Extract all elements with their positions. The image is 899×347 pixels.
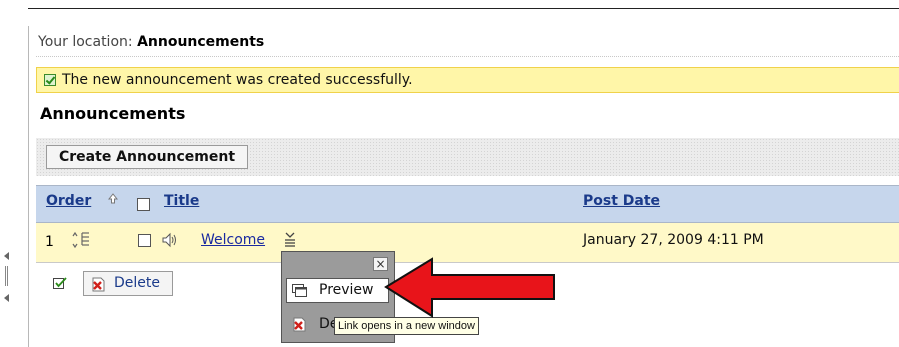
delete-icon	[92, 277, 105, 292]
top-divider	[28, 8, 899, 9]
select-all-checkbox[interactable]	[137, 198, 150, 211]
title-column-header[interactable]: Title	[164, 193, 199, 209]
collapse-left-icon	[4, 294, 9, 302]
announcement-title-link[interactable]: Welcome	[201, 232, 265, 248]
preview-menu-item[interactable]: Preview	[286, 278, 389, 303]
collapse-handle[interactable]	[4, 248, 10, 308]
preview-window-icon	[292, 284, 307, 297]
row-order: 1	[45, 234, 54, 250]
drag-handle-icon[interactable]	[70, 231, 92, 249]
sort-up-icon[interactable]	[108, 193, 118, 205]
success-notification: The new announcement was created success…	[36, 67, 899, 93]
check-icon	[44, 74, 56, 86]
success-message: The new announcement was created success…	[62, 72, 413, 88]
create-announcement-button[interactable]: Create Announcement	[46, 145, 249, 169]
breadcrumb-prefix: Your location:	[38, 34, 133, 50]
delete-icon	[293, 317, 306, 332]
row-post-date: January 27, 2009 4:11 PM	[583, 232, 764, 248]
red-arrow-annotation	[384, 257, 555, 318]
breadcrumb-current: Announcements	[137, 34, 265, 50]
page-title: Announcements	[40, 104, 186, 123]
speaker-icon	[162, 232, 176, 248]
select-all-icon[interactable]	[53, 277, 68, 290]
delete-button-label: Delete	[114, 275, 160, 291]
breadcrumb-divider	[36, 56, 899, 57]
row-checkbox[interactable]	[138, 234, 151, 247]
collapse-left-icon	[4, 252, 9, 260]
order-column-header[interactable]: Order	[46, 193, 91, 209]
delete-button[interactable]: Delete	[83, 271, 173, 296]
post-date-column-header[interactable]: Post Date	[583, 193, 660, 209]
breadcrumb: Your location: Announcements	[38, 34, 264, 50]
preview-menu-label: Preview	[319, 282, 374, 298]
chevron-menu-icon[interactable]	[284, 231, 296, 247]
